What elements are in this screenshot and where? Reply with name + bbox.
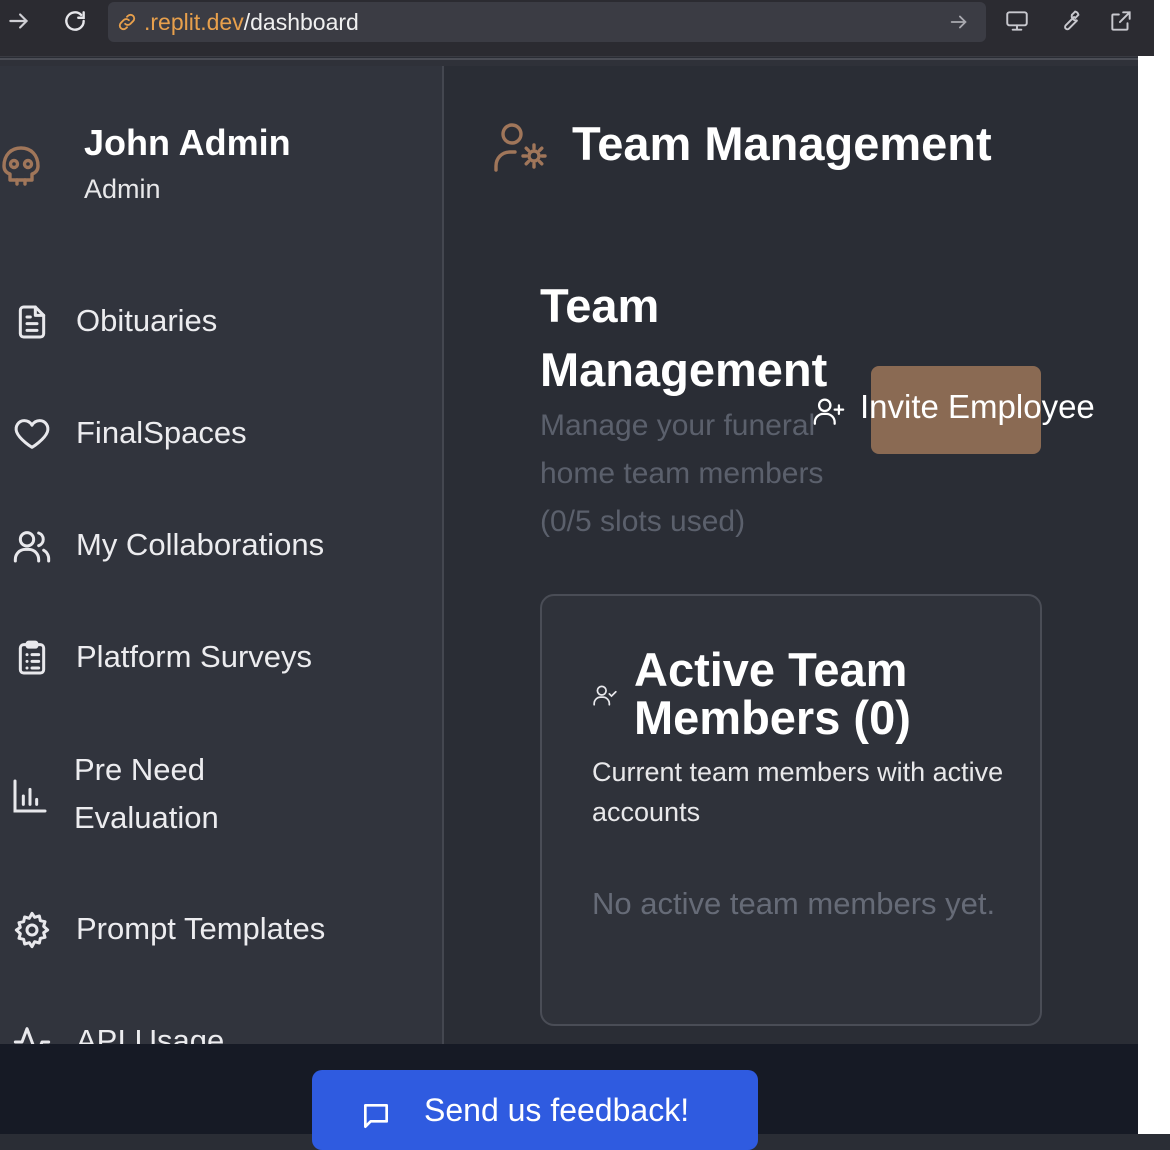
sidebar-item-label: Obituaries [76, 303, 218, 338]
reload-icon[interactable] [60, 6, 90, 36]
footer-bar: Send us feedback! [0, 1044, 1138, 1150]
user-role: Admin [84, 174, 161, 204]
user-name: John Admin [84, 122, 291, 163]
sidebar-item-label: My Collaborations [76, 527, 325, 562]
window-edge-border [1154, 0, 1170, 1134]
sidebar-item-label: API Usage [76, 1023, 225, 1044]
wrench-icon[interactable] [1054, 6, 1084, 36]
sidebar-item-obituaries[interactable]: Obituaries [0, 286, 440, 356]
url-text: .replit.dev/dashboard [144, 10, 359, 34]
url-path: /dashboard [243, 9, 359, 35]
users-icon [12, 526, 52, 566]
bar-chart-icon [10, 776, 50, 816]
forward-icon[interactable] [4, 6, 34, 36]
sidebar-item-api-usage[interactable]: API Usage [0, 1006, 440, 1044]
address-bar[interactable]: .replit.dev/dashboard [108, 2, 986, 42]
skull-icon [0, 142, 42, 186]
sidebar-item-label: Pre Need Evaluation [74, 752, 219, 835]
sidebar-item-label: Platform Surveys [76, 639, 313, 674]
user-plus-icon[interactable] [812, 394, 846, 428]
active-members-card: Active Team Members (0) Current team mem… [540, 594, 1042, 1026]
url-host: .replit.dev [144, 9, 244, 35]
heart-icon [12, 414, 52, 454]
sidebar-item-my-collaborations[interactable]: My Collaborations [0, 510, 440, 580]
invite-employee-label[interactable]: Invite Employee [860, 388, 1095, 426]
external-link-icon[interactable] [1106, 6, 1136, 36]
sidebar-item-platform-surveys[interactable]: Platform Surveys [0, 622, 440, 692]
link-icon [118, 13, 136, 31]
document-icon [12, 302, 52, 342]
go-arrow-icon[interactable] [948, 11, 970, 33]
sidebar-item-pre-need-evaluation[interactable]: Pre Need Evaluation [0, 746, 440, 846]
sidebar: John Admin Admin Obituaries FinalSpaces … [0, 66, 444, 1044]
card-title: Active Team Members (0) [634, 643, 911, 744]
sidebar-item-prompt-templates[interactable]: Prompt Templates [0, 894, 440, 964]
clipboard-icon [12, 638, 52, 678]
send-feedback-label: Send us feedback! [424, 1092, 690, 1128]
card-description: Current team members with active account… [592, 757, 1004, 827]
user-check-icon [592, 682, 618, 708]
main-content: Team Management Team Management Manage y… [444, 66, 1138, 1044]
activity-icon [12, 1022, 52, 1044]
user-cog-icon [492, 120, 548, 174]
gear-icon [12, 910, 52, 950]
monitor-icon[interactable] [1002, 6, 1032, 36]
page-title: Team Management [572, 117, 992, 170]
browser-toolbar: .replit.dev/dashboard [0, 0, 1170, 57]
sidebar-item-label: Prompt Templates [76, 911, 326, 946]
empty-state-text: No active team members yet. [592, 886, 996, 921]
section-title: Team Management [540, 279, 828, 396]
sidebar-item-finalspaces[interactable]: FinalSpaces [0, 398, 440, 468]
sidebar-item-label: FinalSpaces [76, 415, 247, 450]
send-feedback-button[interactable]: Send us feedback! [312, 1070, 758, 1150]
message-icon [360, 1100, 392, 1132]
